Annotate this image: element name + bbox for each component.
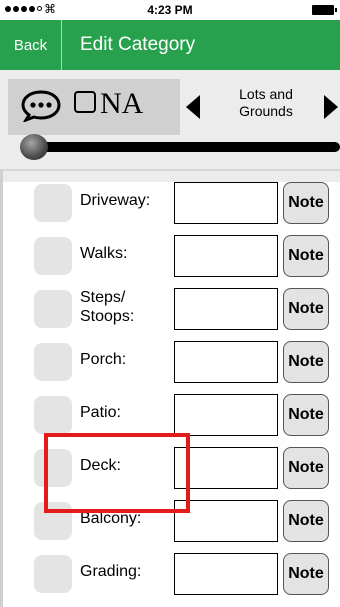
item-checkbox[interactable]: [34, 502, 72, 540]
note-input-field[interactable]: [174, 447, 278, 489]
item-label: Porch:: [80, 351, 127, 368]
category-name: Lots and Grounds: [239, 86, 293, 119]
divider: [0, 169, 340, 171]
item-label: Steps/ Stoops:: [80, 288, 135, 325]
note-input-field[interactable]: [174, 341, 278, 383]
note-button[interactable]: Note: [283, 553, 329, 595]
item-label: Deck:: [80, 457, 121, 474]
status-time: 4:23 PM: [147, 3, 193, 17]
previous-category-arrow-icon[interactable]: [186, 95, 200, 119]
na-checkbox[interactable]: [74, 91, 96, 113]
page-title: Edit Category: [80, 34, 196, 55]
note-button[interactable]: Note: [283, 341, 329, 383]
note-button[interactable]: Note: [283, 500, 329, 542]
status-bar: ⌘ 4:23 PM: [0, 0, 340, 20]
item-checkbox[interactable]: [34, 396, 72, 434]
comment-na-panel: NA: [8, 79, 180, 135]
nav-bar: Back Edit Category: [0, 20, 340, 70]
note-input-field[interactable]: [174, 394, 278, 436]
slider-track[interactable]: [26, 142, 340, 152]
item-checkbox[interactable]: [34, 343, 72, 381]
list-item: Porch: Note: [0, 333, 340, 386]
na-label: NA: [100, 87, 144, 120]
battery-icon: [312, 5, 337, 15]
item-checkbox[interactable]: [34, 184, 72, 222]
note-button[interactable]: Note: [283, 394, 329, 436]
next-category-arrow-icon[interactable]: [324, 95, 338, 119]
item-checkbox[interactable]: [34, 449, 72, 487]
list-item: Grading: Note: [0, 545, 340, 598]
item-checkbox[interactable]: [34, 237, 72, 275]
note-button[interactable]: Note: [283, 447, 329, 489]
note-input-field[interactable]: [174, 235, 278, 277]
item-checkbox[interactable]: [34, 290, 72, 328]
note-button[interactable]: Note: [283, 288, 329, 330]
list-item: Patio: Note: [0, 386, 340, 439]
category-controls: NA Lots and Grounds: [0, 70, 340, 182]
slider-thumb[interactable]: [20, 134, 48, 160]
note-button[interactable]: Note: [283, 182, 329, 224]
note-input-field[interactable]: [174, 182, 278, 224]
item-checkbox[interactable]: [34, 555, 72, 593]
list-item: Deck: Note: [0, 439, 340, 492]
item-label: Balcony:: [80, 510, 142, 527]
list-item: Walks: Note: [0, 227, 340, 280]
list-item: Balcony: Note: [0, 492, 340, 545]
item-list: Driveway: Note Walks: Note Steps/ Stoops…: [0, 174, 340, 607]
back-button[interactable]: Back: [0, 20, 62, 70]
speech-bubble-icon[interactable]: [20, 90, 62, 122]
note-input-field[interactable]: [174, 288, 278, 330]
item-label: Walks:: [80, 245, 128, 262]
list-item: Driveway: Note: [0, 174, 340, 227]
list-item: Steps/ Stoops: Note: [0, 280, 340, 333]
note-input-field[interactable]: [174, 553, 278, 595]
item-label: Driveway:: [80, 192, 151, 209]
note-input-field[interactable]: [174, 500, 278, 542]
item-label: Patio:: [80, 404, 121, 421]
item-label: Grading:: [80, 563, 142, 580]
note-button[interactable]: Note: [283, 235, 329, 277]
